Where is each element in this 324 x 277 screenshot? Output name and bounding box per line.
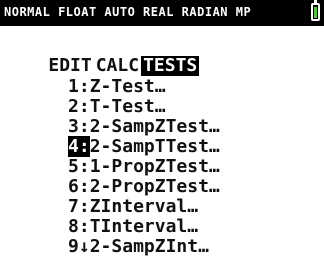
menu-item-label: TInterval… (89, 216, 199, 237)
status-bar: NORMAL FLOAT AUTO REAL RADIAN MP (0, 0, 324, 26)
menu-item-number-selected: 4: (68, 136, 90, 157)
menu-item-number: 8: (68, 216, 90, 237)
menu-item-label: Z-Test… (89, 76, 166, 97)
menu-item-z-test[interactable]: 1:Z-Test… (3, 57, 321, 97)
menu-item-label: 2-SampTTest… (89, 136, 220, 157)
battery-icon (311, 0, 320, 21)
menu-tabs: EDIT CALC TESTS (3, 36, 200, 76)
menu-item-number: 3: (68, 116, 90, 137)
battery-level-fill (314, 7, 317, 18)
menu-item-number: 5: (68, 156, 90, 177)
mode-status-text: NORMAL FLOAT AUTO REAL RADIAN MP (4, 5, 252, 19)
menu-item-label: T-Test… (89, 96, 166, 117)
calculator-screen: NORMAL FLOAT AUTO REAL RADIAN MP EDIT CAL… (0, 0, 324, 257)
menu-item-label: 2-PropZTest… (89, 176, 220, 197)
tests-menu-list: 1:Z-Test… 2:T-Test… 3:2-SampZTest… 4:2-S… (3, 57, 321, 257)
menu-item-number: 1: (68, 76, 90, 97)
menu-item-number: 2: (68, 96, 90, 117)
menu-item-label: ZInterval… (89, 196, 199, 217)
menu-item-label: 1-PropZTest… (89, 156, 220, 177)
menu-item-label: 2-SampZTest… (89, 116, 220, 137)
menu-item-number: 9↓ (68, 236, 90, 257)
menu-item-label: 2-SampZInt… (89, 236, 209, 257)
menu-item-number: 7: (68, 196, 90, 217)
menu-item-number: 6: (68, 176, 90, 197)
